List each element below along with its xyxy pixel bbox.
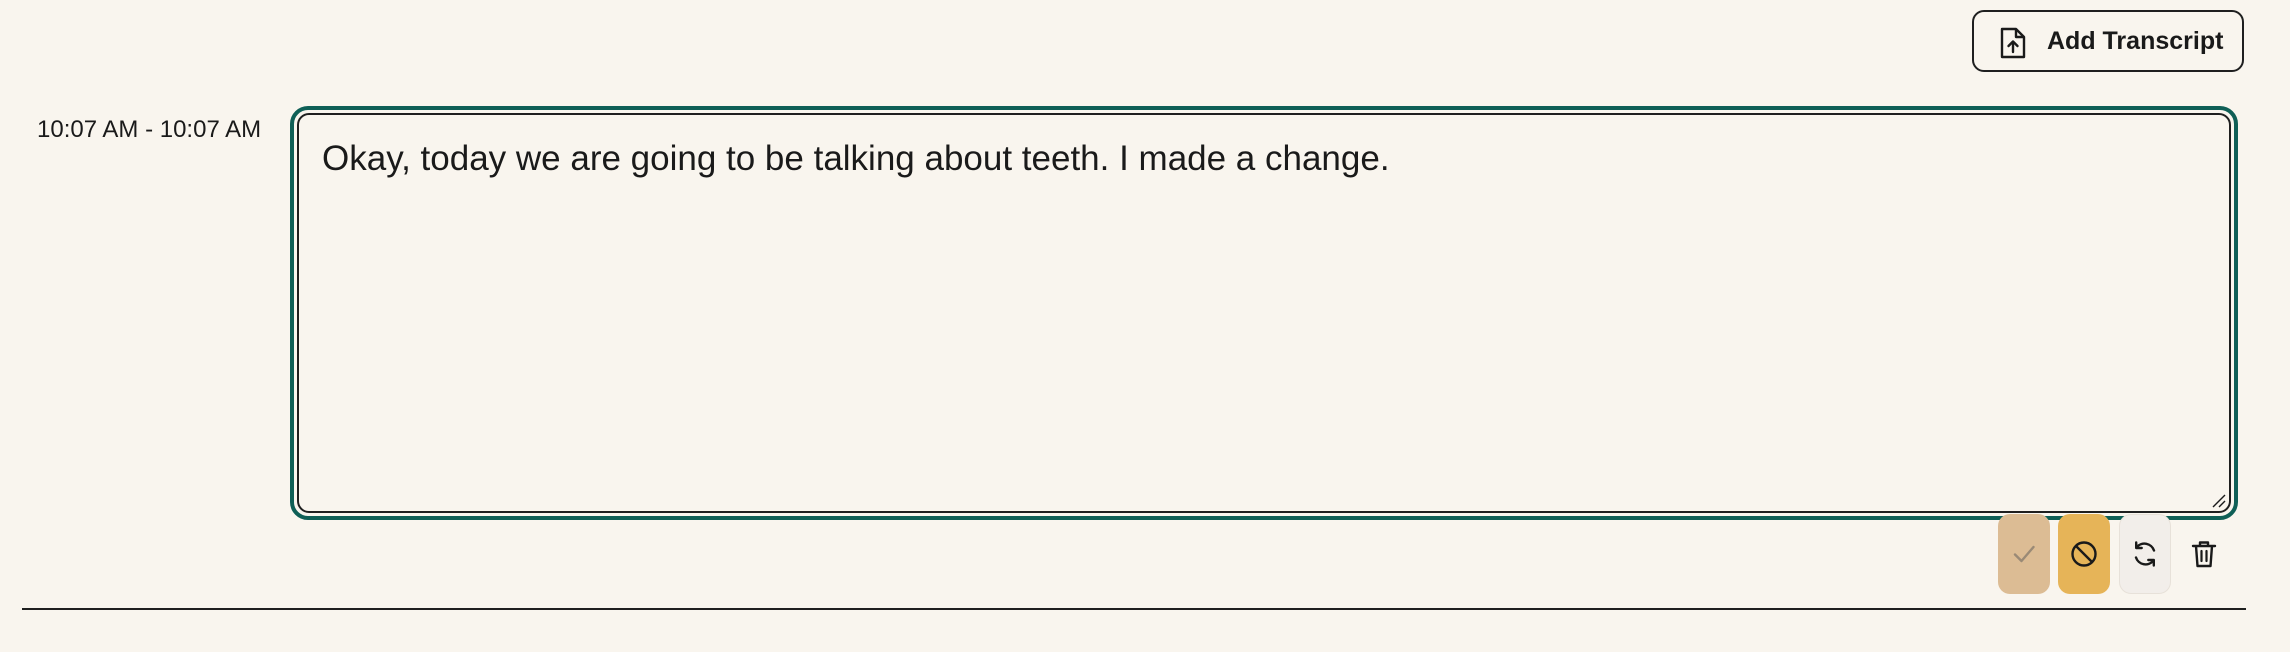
refresh-icon bbox=[2129, 538, 2161, 570]
check-icon bbox=[2009, 539, 2039, 569]
ban-icon bbox=[2068, 538, 2100, 570]
add-transcript-label: Add Transcript bbox=[2047, 27, 2224, 55]
file-upload-icon bbox=[1998, 27, 2028, 59]
approve-button[interactable] bbox=[1998, 514, 2050, 594]
transcript-text[interactable]: Okay, today we are going to be talking a… bbox=[322, 137, 1390, 181]
transcript-editor-frame: Okay, today we are going to be talking a… bbox=[290, 106, 2238, 520]
regenerate-button[interactable] bbox=[2119, 514, 2171, 594]
reject-button[interactable] bbox=[2058, 514, 2110, 594]
resize-handle-icon[interactable] bbox=[2210, 492, 2226, 508]
transcript-text-editor[interactable]: Okay, today we are going to be talking a… bbox=[297, 113, 2231, 513]
segment-time-range: 10:07 AM - 10:07 AM bbox=[37, 116, 262, 143]
add-transcript-button[interactable]: Add Transcript bbox=[1972, 10, 2244, 72]
trash-icon bbox=[2189, 538, 2219, 570]
delete-button[interactable] bbox=[2180, 514, 2228, 594]
segment-divider bbox=[22, 608, 2246, 610]
